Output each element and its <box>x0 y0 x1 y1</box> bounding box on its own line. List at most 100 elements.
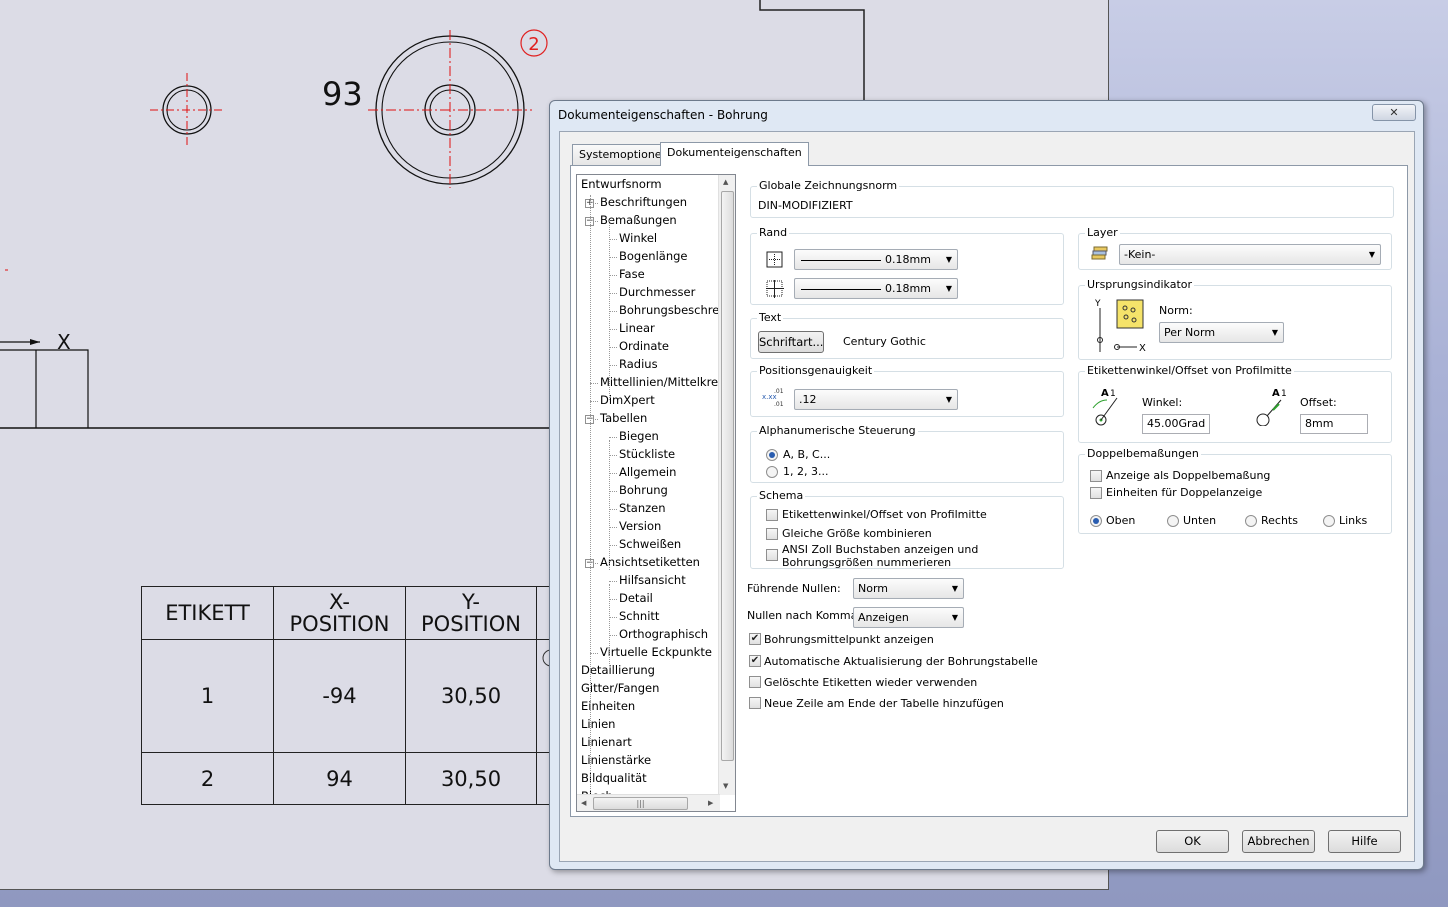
tree-item[interactable]: Durchmesser <box>619 285 695 299</box>
leading-zeros-select[interactable]: Norm ▼ <box>853 578 964 599</box>
alpha-numbers-radio[interactable] <box>766 466 778 478</box>
tree-item[interactable]: Virtuelle Eckpunkte <box>600 645 712 659</box>
schema-combine-label: Gleiche Größe kombinieren <box>782 527 932 540</box>
tab-dokumenteigenschaften[interactable]: Dokumenteigenschaften <box>660 142 809 166</box>
tree-item[interactable]: Fase <box>619 267 645 281</box>
offset-input[interactable]: 8mm <box>1300 414 1368 434</box>
ok-button[interactable]: OK <box>1156 830 1229 853</box>
tree-guide-line <box>609 220 610 400</box>
chevron-down-icon: ▼ <box>945 255 952 264</box>
auto-update-checkbox[interactable]: ✔ <box>749 655 761 667</box>
tree-horizontal-scrollbar[interactable]: ◀ ||| ▶ <box>577 794 720 811</box>
pos-unten-radio[interactable] <box>1167 515 1179 527</box>
hole-1[interactable] <box>150 73 225 147</box>
options-tree[interactable]: Entwurfsnorm Beschriftungen + Bemaßungen − Wi… <box>576 174 736 812</box>
layer-select[interactable]: -Kein- ▼ <box>1119 244 1381 265</box>
close-button[interactable]: ✕ <box>1372 104 1416 121</box>
svg-text:.01: .01 <box>774 401 784 407</box>
chevron-down-icon: ▼ <box>951 613 958 622</box>
scroll-left-icon[interactable]: ◀ <box>581 799 586 807</box>
group-label: Doppelbemaßungen <box>1085 447 1201 460</box>
tree-item[interactable]: Gitter/Fangen <box>581 681 659 695</box>
tree-item[interactable]: Schnitt <box>619 609 659 623</box>
pos-oben-radio[interactable] <box>1090 515 1102 527</box>
tree-item[interactable]: Beschriftungen <box>600 195 687 209</box>
trailing-zeros-select[interactable]: Anzeigen ▼ <box>853 607 964 628</box>
chevron-down-icon: ▼ <box>945 395 952 404</box>
tree-item[interactable]: Stückliste <box>619 447 675 461</box>
tree-item[interactable]: Stanzen <box>619 501 666 515</box>
tree-connector <box>609 257 617 258</box>
chevron-down-icon: ▼ <box>1368 250 1375 259</box>
tree-item[interactable]: Orthographisch <box>619 627 708 641</box>
origin-norm-select[interactable]: Per Norm ▼ <box>1159 322 1284 343</box>
hole-2[interactable] <box>368 30 532 188</box>
table-row[interactable]: 2 94 30,50 <box>141 752 553 805</box>
tree-item[interactable]: Linienart <box>581 735 632 749</box>
tree-item[interactable]: Hilfsansicht <box>619 573 686 587</box>
hole-table[interactable]: ETIKETT X- POSITION Y- POSITION 1 -94 30… <box>141 586 553 805</box>
tree-item[interactable]: Detaillierung <box>581 663 655 677</box>
group-alphanumeric: Alphanumerische Steuerung A, B, C... 1, … <box>750 424 1064 483</box>
show-hole-center-checkbox[interactable]: ✔ <box>749 633 761 645</box>
tree-item[interactable]: Linien <box>581 717 615 731</box>
chevron-down-icon: ▼ <box>1271 328 1278 337</box>
scroll-right-icon[interactable]: ▶ <box>708 799 713 807</box>
angle-input[interactable]: 45.00Grad <box>1142 414 1210 434</box>
tree-connector <box>590 653 598 654</box>
table-cell: 30,50 <box>405 752 537 805</box>
alpha-letters-radio[interactable] <box>766 449 778 461</box>
tree-item[interactable]: Ordinate <box>619 339 669 353</box>
tree-item[interactable]: Schweißen <box>619 537 681 551</box>
tree-item[interactable]: Linienstärke <box>581 753 651 767</box>
precision-select[interactable]: .12 ▼ <box>794 389 958 410</box>
tree-item[interactable]: Biegen <box>619 429 659 443</box>
tree-scroll-thumb[interactable] <box>721 191 734 761</box>
table-cell: 94 <box>273 752 406 805</box>
tree-item[interactable]: Detail <box>619 591 653 605</box>
schema-angle-offset-checkbox[interactable] <box>766 509 778 521</box>
tree-item[interactable]: Bemaßungen <box>600 213 677 227</box>
tree-connector <box>609 491 617 492</box>
outer-border-select[interactable]: 0.18mm ▼ <box>794 249 958 270</box>
svg-text:Y: Y <box>1094 299 1101 309</box>
line-sample <box>801 289 881 290</box>
tree-item[interactable]: Version <box>619 519 661 533</box>
tree-item[interactable]: Radius <box>619 357 658 371</box>
tree-vertical-scrollbar[interactable]: ▲ ▼ <box>718 175 735 795</box>
tree-item[interactable]: Bohrung <box>619 483 668 497</box>
tree-item[interactable]: Mittellinien/Mittelkreu <box>600 375 725 389</box>
tree-item[interactable]: Winkel <box>619 231 657 245</box>
cancel-button[interactable]: Abbrechen <box>1242 830 1315 853</box>
group-global-norm: Globale Zeichnungsnorm DIN-MODIFIZIERT <box>750 179 1394 218</box>
font-button[interactable]: Schriftart... <box>758 331 824 353</box>
schema-combine-checkbox[interactable] <box>766 528 778 540</box>
tree-item[interactable]: Bohrungsbeschreib <box>619 303 730 317</box>
table-row[interactable]: 1 -94 30,50 <box>141 639 553 753</box>
pos-unten-label: Unten <box>1183 514 1217 527</box>
tree-item[interactable]: Ansichtsetiketten <box>600 555 700 569</box>
help-button[interactable]: Hilfe <box>1328 830 1401 853</box>
tree-item[interactable]: Bogenlänge <box>619 249 688 263</box>
new-row-checkbox[interactable] <box>749 697 761 709</box>
scroll-up-icon[interactable]: ▲ <box>723 178 728 186</box>
schema-ansi-checkbox[interactable] <box>766 549 778 561</box>
schema-angle-offset-label: Etikettenwinkel/Offset von Profilmitte <box>782 508 987 521</box>
tree-item[interactable]: Linear <box>619 321 655 335</box>
pos-links-radio[interactable] <box>1323 515 1335 527</box>
document-properties-dialog[interactable]: Dokumenteigenschaften - Bohrung ✕ System… <box>549 100 1424 870</box>
group-label: Positionsgenauigkeit <box>757 364 875 377</box>
global-norm-value: DIN-MODIFIZIERT <box>758 199 853 212</box>
tree-item[interactable]: Allgemein <box>619 465 676 479</box>
dual-display-checkbox[interactable] <box>1090 470 1102 482</box>
scroll-down-icon[interactable]: ▼ <box>723 782 728 790</box>
tree-item[interactable]: Tabellen <box>600 411 647 425</box>
pos-oben-label: Oben <box>1106 514 1136 527</box>
pos-rechts-radio[interactable] <box>1245 515 1257 527</box>
inner-border-select[interactable]: 0.18mm ▼ <box>794 278 958 299</box>
tree-item[interactable]: Entwurfsnorm <box>581 177 662 191</box>
tree-connector <box>609 437 617 438</box>
reuse-tags-checkbox[interactable] <box>749 676 761 688</box>
dual-units-checkbox[interactable] <box>1090 487 1102 499</box>
tree-hscroll-thumb[interactable]: ||| <box>593 797 688 810</box>
